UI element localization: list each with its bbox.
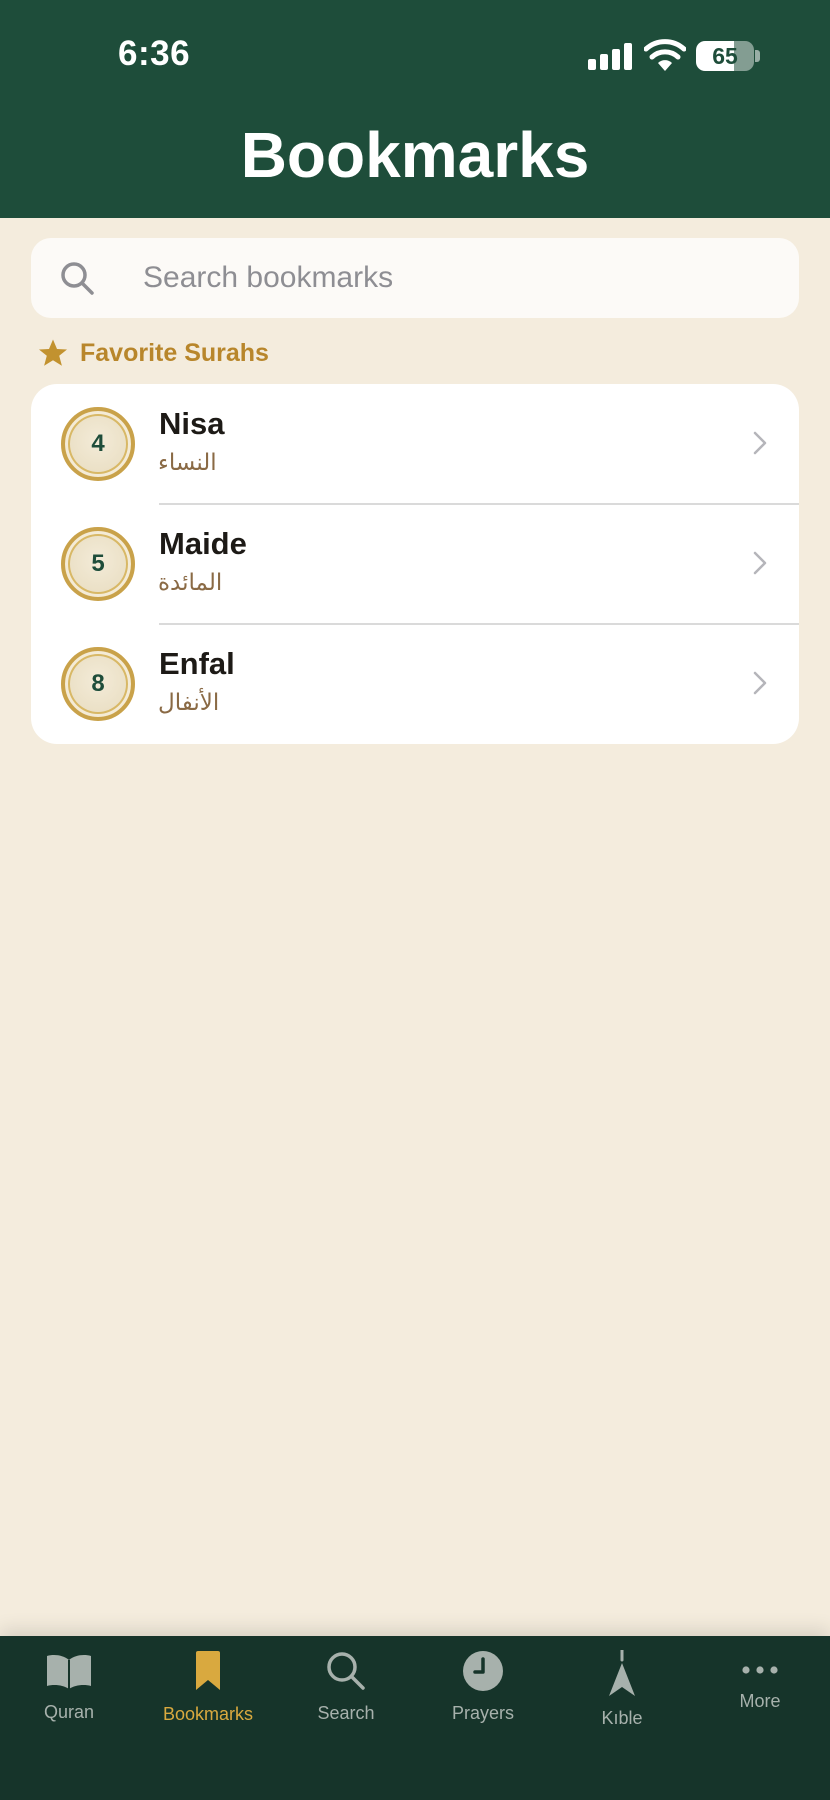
tab-label: Bookmarks (162, 1704, 254, 1724)
favorites-list: 4 Nisa النساء 5 Maide المائدة 8 Enfal ال… (31, 384, 799, 744)
surah-number-badge: 4 (61, 407, 135, 481)
surah-arabic-name: الأنفال (158, 690, 220, 716)
tab-prayers[interactable]: Prayers (414, 1636, 552, 1746)
tab-kible[interactable]: Kıble (553, 1636, 691, 1746)
battery-cap (755, 50, 760, 62)
chevron-right-icon (753, 431, 767, 455)
tab-more[interactable]: More (691, 1636, 829, 1746)
wifi-icon (644, 39, 686, 71)
tab-label: Prayers (451, 1703, 514, 1723)
surah-name: Enfal (159, 646, 235, 681)
header: 6:36 65 Bookmarks (0, 0, 830, 218)
open-book-icon (47, 1655, 91, 1689)
compass-arrow-icon (609, 1650, 635, 1696)
tab-search[interactable]: Search (277, 1636, 415, 1746)
favorite-surah-row[interactable]: 4 Nisa النساء (31, 384, 799, 504)
ellipsis-icon (742, 1666, 778, 1674)
chevron-right-icon (753, 671, 767, 695)
chevron-right-icon (753, 551, 767, 575)
tab-label: More (739, 1691, 781, 1711)
favorite-surah-row[interactable]: 5 Maide المائدة (31, 504, 799, 624)
tab-bookmarks[interactable]: Bookmarks (139, 1636, 277, 1746)
surah-name: Nisa (159, 406, 225, 441)
search-icon (61, 262, 94, 295)
surah-number-badge: 5 (61, 527, 135, 601)
surah-number: 4 (91, 430, 105, 457)
battery-icon: 65 (696, 41, 754, 71)
bookmark-icon (196, 1651, 220, 1690)
surah-name: Maide (159, 526, 247, 561)
tab-quran[interactable]: Quran (0, 1636, 138, 1746)
star-icon (39, 339, 67, 366)
surah-arabic-name: المائدة (158, 570, 223, 596)
cellular-signal-icon (588, 42, 632, 70)
tab-bar: Quran Bookmarks Search Prayers Kıble Mor… (0, 1636, 830, 1800)
magnifier-icon (327, 1652, 365, 1690)
surah-number: 5 (91, 550, 105, 577)
page-title: Bookmarks (240, 119, 590, 191)
battery-level: 65 (712, 43, 738, 69)
search-bar[interactable] (31, 238, 799, 318)
tab-label: Quran (43, 1702, 95, 1722)
tab-label: Kıble (601, 1708, 643, 1728)
clock-icon (463, 1651, 503, 1691)
surah-arabic-name: النساء (158, 450, 217, 476)
favorite-surah-row[interactable]: 8 Enfal الأنفال (31, 624, 799, 744)
status-time: 6:36 (118, 34, 191, 73)
tab-label: Search (317, 1703, 375, 1723)
search-input[interactable] (143, 256, 743, 300)
section-title: Favorite Surahs (80, 339, 269, 367)
surah-number: 8 (91, 670, 105, 697)
surah-number-badge: 8 (61, 647, 135, 721)
